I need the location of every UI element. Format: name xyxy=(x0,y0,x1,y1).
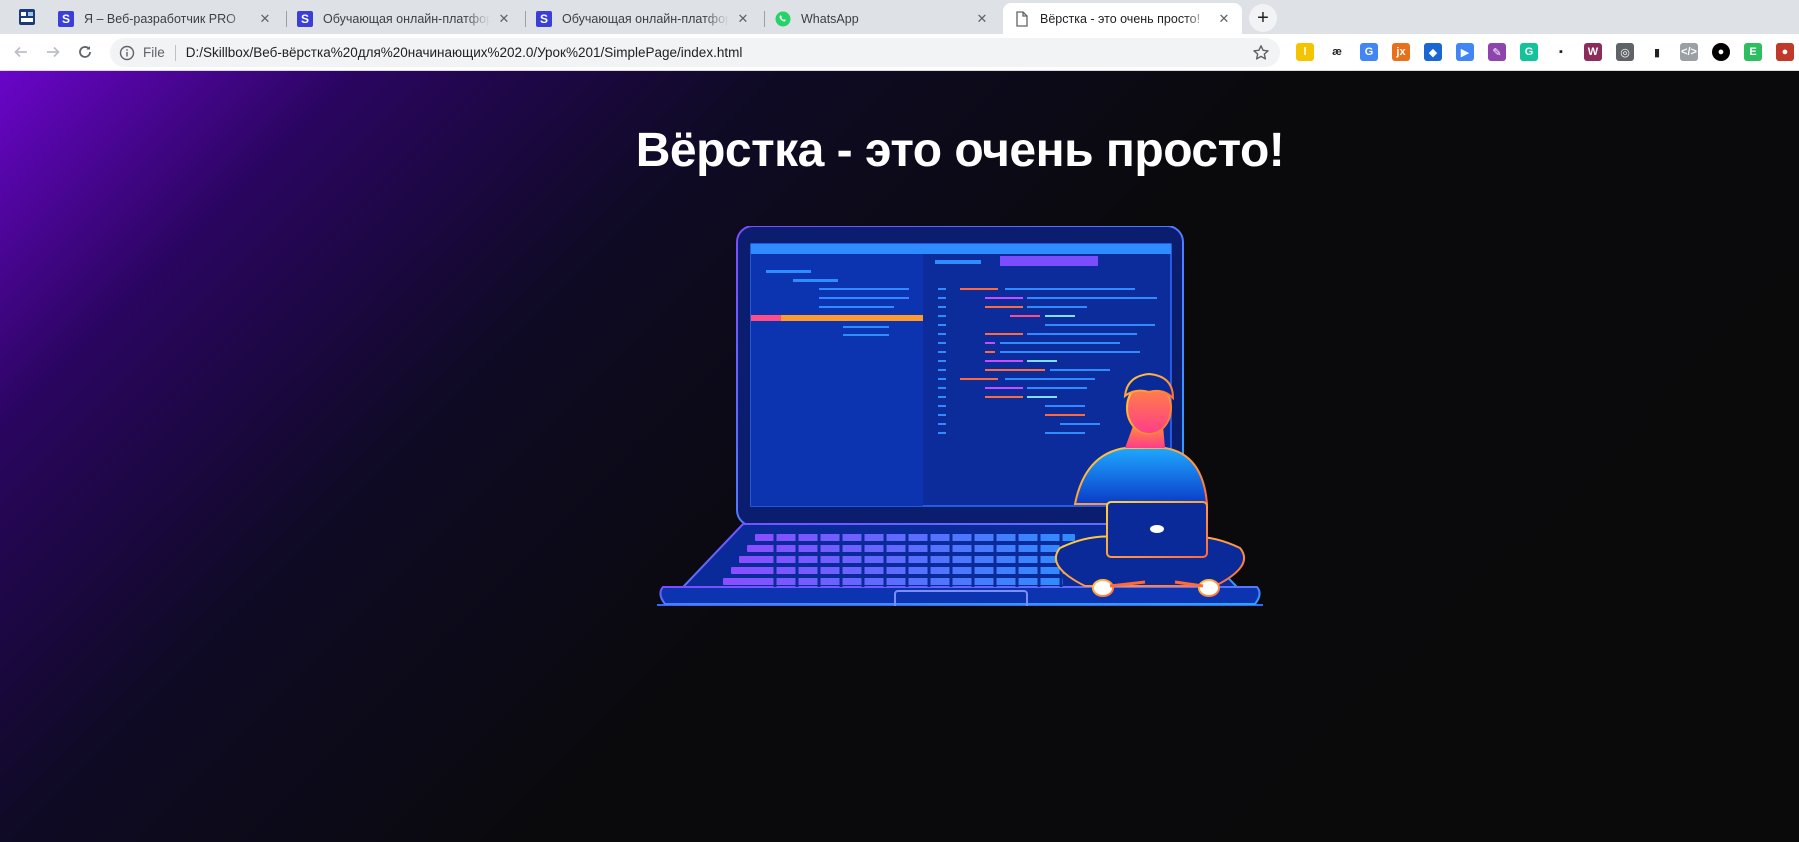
tab-search-icon[interactable] xyxy=(18,8,36,26)
page-title: Вёрстка - это очень просто! xyxy=(635,124,1285,177)
bookmark-star-icon[interactable] xyxy=(1252,44,1270,62)
skillbox-favicon-icon: S xyxy=(58,10,74,27)
tab-title: Вёрстка - это очень просто! xyxy=(1040,11,1201,26)
forward-arrow-icon xyxy=(47,46,60,58)
page-content: Вёрстка - это очень просто! xyxy=(0,71,1799,842)
browser-toolbar: File D:/Skillbox/Веб-вёрстка%20для%20нач… xyxy=(0,34,1799,71)
ae-extension-icon[interactable]: æ xyxy=(1328,43,1346,61)
extensions-bar: l æ Gjx ◆ ▶ ✎ G ▪ W ◎ ▮ </> ● E ● xyxy=(1296,43,1794,61)
ladybug-extension-icon[interactable]: ● xyxy=(1776,43,1794,61)
tab-title: Обучающая онлайн-платформа xyxy=(562,11,729,26)
grey-extension-icon[interactable]: ▪ xyxy=(1552,43,1570,61)
diamond-extension-icon[interactable]: ◆ xyxy=(1424,43,1442,61)
tab-whatsapp[interactable]: WhatsApp ✕ xyxy=(764,3,1000,34)
tab-current-page[interactable]: Вёрстка - это очень просто! ✕ xyxy=(1003,3,1242,34)
yellow-l-extension-icon[interactable]: l xyxy=(1296,43,1314,61)
tab-title: WhatsApp xyxy=(801,11,859,26)
reload-icon xyxy=(79,46,91,58)
grammarly-extension-icon[interactable]: G xyxy=(1520,43,1538,61)
jx-extension-icon[interactable]: jx xyxy=(1392,43,1410,61)
info-icon[interactable] xyxy=(119,45,135,61)
tab-learning-platform-2[interactable]: S Обучающая онлайн-платформа ✕ xyxy=(525,3,761,34)
tab-close-icon[interactable]: ✕ xyxy=(1216,11,1232,27)
code-extension-icon[interactable]: </> xyxy=(1680,43,1698,61)
tab-close-icon[interactable]: ✕ xyxy=(974,11,990,27)
evernote-extension-icon[interactable]: E xyxy=(1744,43,1762,61)
reload-button[interactable] xyxy=(73,40,97,64)
tab-strip: S Я – Веб-разработчик PRO ✕ S Обучающая … xyxy=(0,0,1799,34)
bulb-extension-icon[interactable]: ◎ xyxy=(1616,43,1634,61)
forward-button[interactable] xyxy=(41,40,65,64)
back-arrow-icon xyxy=(14,46,27,58)
url-text[interactable]: D:/Skillbox/Веб-вёрстка%20для%20начинающ… xyxy=(186,45,743,60)
tab-close-icon[interactable]: ✕ xyxy=(496,11,512,27)
whatsapp-icon xyxy=(775,11,791,27)
tab-title: Обучающая онлайн-платформа xyxy=(323,11,490,26)
tab-title: Я – Веб-разработчик PRO xyxy=(84,11,236,26)
address-divider xyxy=(174,44,176,61)
tab-web-developer-pro[interactable]: S Я – Веб-разработчик PRO ✕ xyxy=(47,3,283,34)
developer-laptop-illustration xyxy=(657,226,1263,606)
tab-close-icon[interactable]: ✕ xyxy=(735,11,751,27)
skillbox-favicon-icon: S xyxy=(536,10,552,27)
circle-extension-icon[interactable]: ● xyxy=(1712,43,1730,61)
scheme-label: File xyxy=(143,45,165,60)
send-extension-icon[interactable]: ▶ xyxy=(1456,43,1474,61)
address-bar[interactable]: File D:/Skillbox/Веб-вёрстка%20для%20нач… xyxy=(110,38,1280,67)
page-extension-icon[interactable]: ▮ xyxy=(1648,43,1666,61)
back-button[interactable] xyxy=(9,40,33,64)
feather-extension-icon[interactable]: ✎ xyxy=(1488,43,1506,61)
document-icon xyxy=(1014,10,1030,27)
translate-extension-icon[interactable]: G xyxy=(1360,43,1378,61)
tab-learning-platform-1[interactable]: S Обучающая онлайн-платформа ✕ xyxy=(286,3,522,34)
w-extension-icon[interactable]: W xyxy=(1584,43,1602,61)
tab-close-icon[interactable]: ✕ xyxy=(257,11,273,27)
skillbox-favicon-icon: S xyxy=(297,10,313,27)
new-tab-button[interactable]: + xyxy=(1249,4,1277,32)
